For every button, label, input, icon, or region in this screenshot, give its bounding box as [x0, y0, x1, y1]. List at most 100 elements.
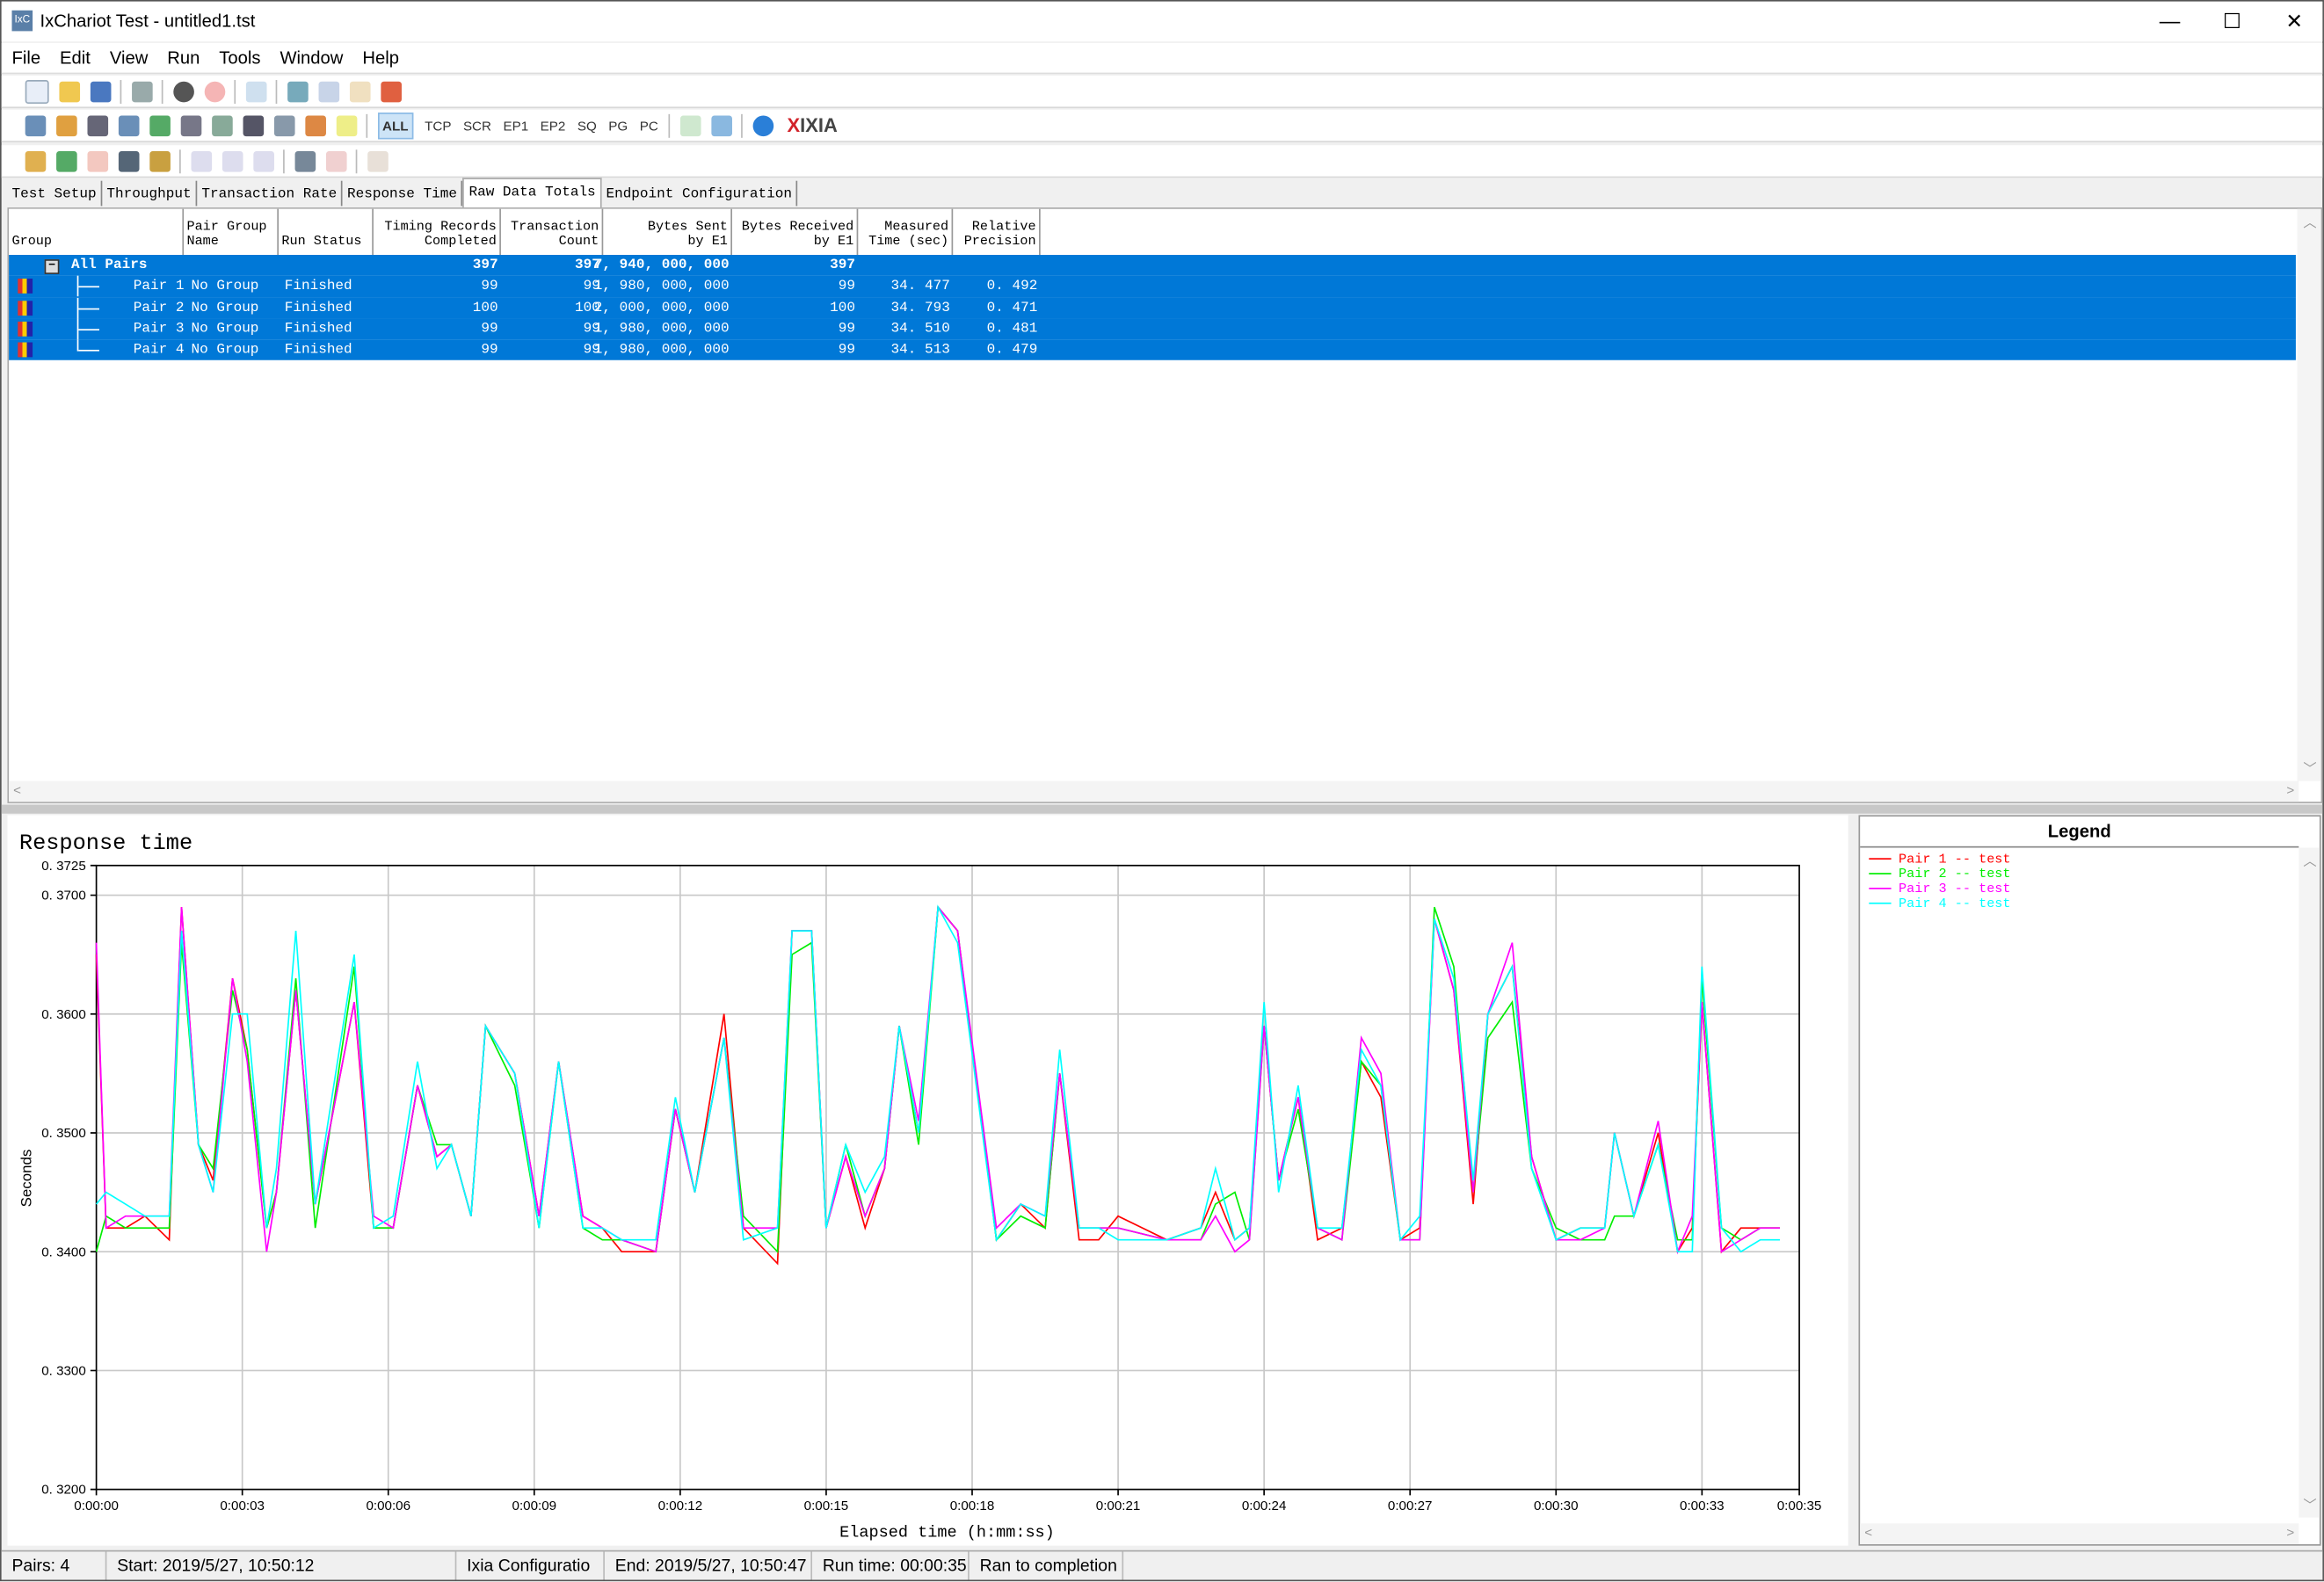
y-tick-label: 0. 3200: [41, 1483, 86, 1498]
separator: [741, 112, 743, 137]
refresh-icon[interactable]: [245, 80, 266, 102]
filter-scr-button[interactable]: SCR: [463, 118, 491, 133]
filter-tcp-button[interactable]: TCP: [425, 118, 451, 133]
video-pair-icon[interactable]: [149, 114, 171, 136]
col-pair-group-name[interactable]: Pair Group Name: [184, 208, 280, 256]
table-row-all-pairs[interactable]: − All Pairs 397 397 7, 940, 000, 000 397: [9, 255, 2296, 277]
scroll-down-icon[interactable]: ﹀: [2303, 758, 2316, 778]
paste-icon[interactable]: [349, 80, 370, 102]
col-timing-records[interactable]: Timing Records Completed: [374, 208, 501, 256]
add-multicast-icon[interactable]: [55, 114, 76, 136]
legend-vertical-scrollbar[interactable]: ︿ ﹀: [2299, 847, 2320, 1518]
menu-file[interactable]: File: [2, 43, 50, 69]
import-icon[interactable]: [679, 114, 701, 136]
col-measured-time[interactable]: Measured Time (sec): [858, 208, 954, 256]
disabled-icon: [190, 150, 212, 171]
scroll-up-icon[interactable]: ︿: [2303, 851, 2316, 870]
copy-icon[interactable]: [317, 80, 339, 102]
col-relative-precision[interactable]: Relative Precision: [953, 208, 1041, 256]
pane-splitter[interactable]: [1, 804, 2323, 814]
menu-view[interactable]: View: [99, 43, 156, 69]
scroll-left-icon[interactable]: <: [1864, 1525, 1872, 1540]
col-run-status[interactable]: Run Status: [279, 208, 374, 256]
table-row[interactable]: Pair 2 No Group Finished 100 100 2, 000, 000,…: [9, 297, 2296, 319]
menu-edit[interactable]: Edit: [49, 43, 99, 69]
tab-throughput[interactable]: Throughput: [102, 180, 198, 207]
info-icon[interactable]: [752, 114, 773, 136]
chart-title: Response time: [19, 831, 192, 856]
filter-ep1-button[interactable]: EP1: [503, 118, 528, 133]
add-pair-icon[interactable]: [24, 114, 46, 136]
maximize-button[interactable]: ☐: [2201, 2, 2263, 42]
table-row[interactable]: Pair 1 No Group Finished 99 99 1, 980, 000, 0…: [9, 276, 2296, 298]
edit-icon[interactable]: [211, 114, 232, 136]
legend-line-icon: [1869, 888, 1892, 889]
flag-edit-icon[interactable]: [149, 150, 171, 171]
col-bytes-sent[interactable]: Bytes Sent by E1: [603, 208, 732, 256]
menu-tools[interactable]: Tools: [208, 43, 269, 69]
table-row[interactable]: Pair 3 No Group Finished 99 99 1, 980, 000, 0…: [9, 318, 2296, 340]
filter-all-button[interactable]: ALL: [377, 112, 413, 139]
cell-status: Finished: [284, 277, 352, 294]
filter-pc-button[interactable]: PC: [640, 118, 658, 133]
legend-horizontal-scrollbar[interactable]: < >: [1860, 1523, 2299, 1545]
script-icon[interactable]: [242, 114, 264, 136]
run-green-icon[interactable]: [55, 150, 76, 171]
app-icon: IxC: [11, 10, 33, 32]
link-icon[interactable]: [294, 150, 316, 171]
delete-icon[interactable]: [380, 80, 402, 102]
lock-icon[interactable]: [367, 150, 388, 171]
legend-label: Pair 1 -- test: [1899, 852, 2011, 867]
tab-test-setup[interactable]: Test Setup: [7, 180, 103, 207]
scroll-left-icon[interactable]: <: [13, 782, 21, 797]
col-transaction-count[interactable]: Transaction Count: [501, 208, 604, 256]
cut-icon[interactable]: [287, 80, 308, 102]
series-line-pair-2: [95, 904, 1780, 1254]
ixia-logo-text: IXIA: [800, 113, 838, 137]
print-icon[interactable]: [131, 80, 152, 102]
menu-run[interactable]: Run: [156, 43, 208, 69]
table-row[interactable]: Pair 4 No Group Finished 99 99 1, 980, 000, 0…: [9, 339, 2296, 361]
run-flag-icon[interactable]: [24, 150, 46, 171]
minimize-button[interactable]: —: [2139, 2, 2201, 42]
filter-pg-button[interactable]: PG: [608, 118, 628, 133]
save-icon[interactable]: [90, 80, 111, 102]
scroll-right-icon[interactable]: >: [2286, 1525, 2294, 1540]
cell-status: Finished: [284, 320, 352, 337]
separator: [355, 149, 358, 173]
collapse-icon[interactable]: −: [44, 259, 60, 274]
tab-response-time[interactable]: Response Time: [343, 180, 463, 207]
disabled-icon: [252, 150, 274, 171]
unlink-icon[interactable]: [325, 150, 346, 171]
tab-endpoint-configuration[interactable]: Endpoint Configuration: [601, 180, 798, 207]
half-icon[interactable]: [335, 114, 357, 136]
cell-precision: 0. 492: [986, 277, 1038, 294]
filter-ep2-button[interactable]: EP2: [541, 118, 566, 133]
stop-icon[interactable]: [203, 80, 225, 102]
table-vertical-scrollbar[interactable]: ︿ ﹀: [2297, 208, 2321, 781]
export-icon[interactable]: [710, 114, 732, 136]
close-button[interactable]: ✕: [2263, 2, 2322, 42]
tab-transaction-rate[interactable]: Transaction Rate: [197, 180, 343, 207]
app-group-icon[interactable]: [273, 114, 294, 136]
col-group[interactable]: Group: [9, 208, 185, 256]
endpoint-icon[interactable]: [86, 114, 108, 136]
col-bytes-received[interactable]: Bytes Received by E1: [732, 208, 859, 256]
scroll-up-icon[interactable]: ︿: [2303, 212, 2316, 231]
scroll-down-icon[interactable]: ﹀: [2303, 1495, 2316, 1514]
run-icon[interactable]: [172, 80, 194, 102]
tab-raw-data-totals[interactable]: Raw Data Totals: [462, 178, 602, 209]
table-horizontal-scrollbar[interactable]: < >: [9, 780, 2299, 802]
menu-help[interactable]: Help: [352, 43, 409, 69]
network-icon[interactable]: [118, 114, 139, 136]
voip-pair-icon[interactable]: [179, 114, 201, 136]
new-icon[interactable]: [24, 79, 48, 104]
tab-bar: Test Setup Throughput Transaction Rate R…: [7, 178, 798, 209]
filter-sq-button[interactable]: SQ: [577, 118, 597, 133]
menu-window[interactable]: Window: [270, 43, 352, 69]
open-icon[interactable]: [58, 80, 80, 102]
stop-flag-icon[interactable]: [86, 150, 108, 171]
scroll-right-icon[interactable]: >: [2286, 782, 2294, 797]
swap-icon[interactable]: [304, 114, 326, 136]
flag-network-icon[interactable]: [118, 150, 139, 171]
